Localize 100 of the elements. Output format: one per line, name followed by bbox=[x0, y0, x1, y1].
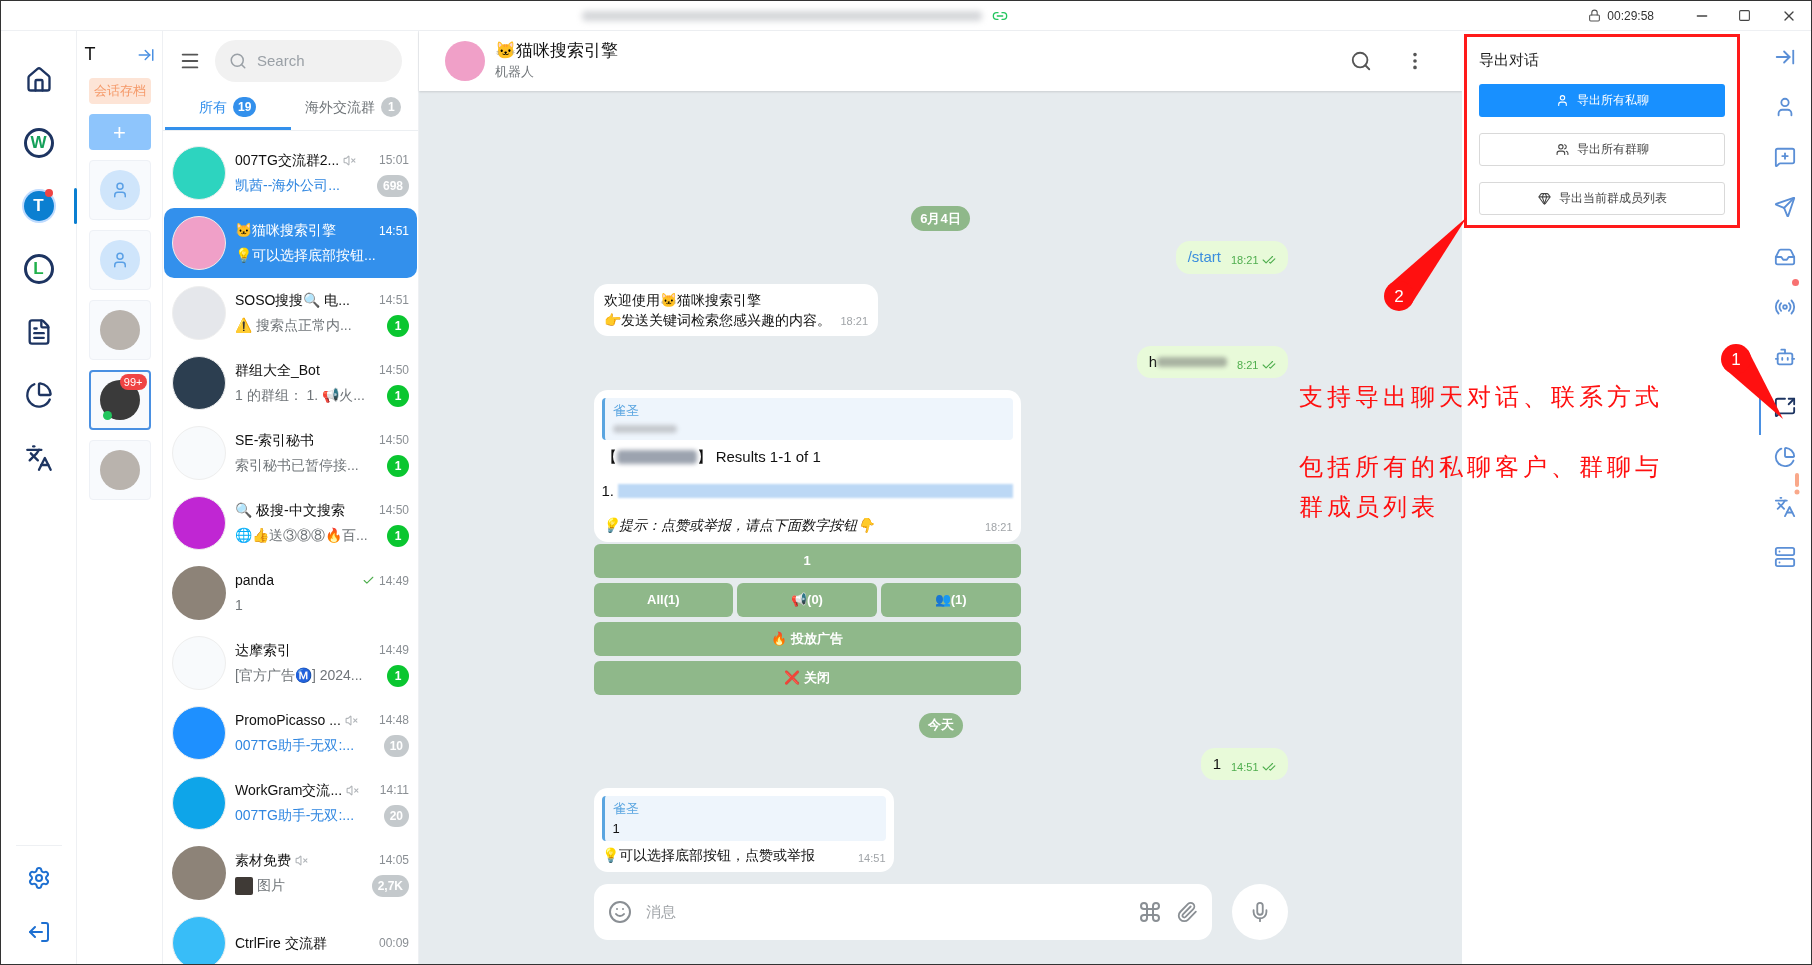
command-icon[interactable] bbox=[1137, 900, 1162, 924]
message-text: h bbox=[1148, 351, 1158, 372]
avatar bbox=[445, 41, 485, 81]
chat-time: 14:49 bbox=[378, 572, 409, 590]
chat-name: 达摩索引 bbox=[235, 640, 291, 660]
unread-count: 1 bbox=[387, 664, 409, 687]
chat-time: 14:50 bbox=[378, 432, 409, 449]
chat-name: SOSO搜搜🔍 电... bbox=[235, 290, 350, 310]
chart-icon[interactable] bbox=[1774, 446, 1796, 468]
export-button[interactable]: 导出当前群成员列表 bbox=[1479, 181, 1725, 215]
chat-time: 15:01 bbox=[378, 152, 409, 169]
message-time: 18:21 bbox=[840, 314, 869, 329]
inline-button[interactable]: 📢(0) bbox=[737, 582, 877, 617]
chat-name: 007TG交流群2... bbox=[235, 150, 340, 170]
message-time: 14:51 bbox=[857, 850, 886, 866]
search-icon bbox=[229, 52, 247, 70]
gem-icon bbox=[1537, 191, 1551, 205]
chat-title: 🐱猫咪搜索引擎 bbox=[495, 40, 618, 63]
chat-name: 素材免费 bbox=[235, 850, 291, 870]
maximize-icon[interactable] bbox=[1738, 9, 1751, 22]
chat-time: 14:48 bbox=[378, 712, 409, 729]
inbox-icon[interactable] bbox=[1774, 246, 1796, 268]
unread-count: 698 bbox=[376, 174, 409, 197]
letter-icon[interactable]: W bbox=[23, 128, 54, 158]
unread-count: 1 bbox=[387, 314, 409, 337]
message-preview: 🌐👍送③⑧⑧🔥百... bbox=[235, 526, 368, 545]
letter-icon[interactable]: T bbox=[23, 191, 54, 221]
search-icon[interactable] bbox=[1350, 50, 1372, 72]
message-text: 1 bbox=[1212, 753, 1221, 774]
users-icon bbox=[1555, 142, 1569, 156]
inline-button[interactable]: 🔥 投放广告 bbox=[593, 621, 1021, 656]
dialog-title: 导出对话 bbox=[1479, 50, 1540, 70]
robot-icon[interactable] bbox=[1774, 346, 1796, 368]
message-preview: 索引秘书已暂停接... bbox=[235, 456, 359, 475]
unread-count: 1 bbox=[387, 454, 409, 477]
message-text: 💡提示：点赞或举报，请点下面数字按钮👇 bbox=[601, 515, 874, 535]
letter-icon[interactable]: L bbox=[23, 254, 54, 284]
export-button[interactable]: 导出所有群聊 bbox=[1479, 132, 1725, 166]
reply-quote[interactable]: 雀圣 1 bbox=[601, 796, 886, 841]
chat-time: 14:51 bbox=[378, 222, 409, 240]
account-title: T bbox=[84, 43, 96, 66]
message-preview: ⚠ 搜索点正常内... bbox=[235, 316, 352, 335]
chat-name: panda bbox=[235, 571, 274, 590]
unread-count: 2,7K bbox=[371, 874, 409, 897]
chat-name: 群组大全_Bot bbox=[235, 360, 320, 380]
unread-badge: 99+ bbox=[119, 374, 147, 390]
chat-time: 14:05 bbox=[378, 852, 409, 869]
filter-tab[interactable]: 海外交流群 1 bbox=[290, 87, 416, 130]
send-icon[interactable] bbox=[1774, 196, 1796, 218]
results-title: 】 Results 1-1 of 1 bbox=[696, 446, 821, 467]
unread-count: 1 bbox=[387, 524, 409, 547]
list-number: 1. bbox=[601, 481, 614, 501]
chat-name: PromoPicasso ... bbox=[235, 710, 341, 730]
user-icon bbox=[1555, 93, 1569, 107]
message-time: 8:21 bbox=[1237, 357, 1259, 373]
lock-icon[interactable] bbox=[1588, 9, 1602, 22]
translate-icon[interactable] bbox=[24, 444, 53, 472]
account-card[interactable]: 99+ bbox=[88, 370, 151, 430]
message-time: 18:21 bbox=[1230, 253, 1259, 268]
message-preview: [官方广告Ⓜ] 2024... bbox=[235, 666, 363, 685]
settings-icon[interactable] bbox=[26, 866, 51, 890]
account-card[interactable] bbox=[88, 440, 151, 500]
inline-button[interactable]: ❌ 关闭 bbox=[593, 660, 1021, 695]
chat-item[interactable]: 🐱猫咪搜索引擎 14:51 💡可以选择底部按钮... bbox=[164, 208, 417, 278]
message-text[interactable]: /start bbox=[1187, 246, 1221, 269]
attach-icon[interactable] bbox=[1175, 901, 1198, 923]
home-icon[interactable] bbox=[24, 66, 53, 94]
message-preview: 007TG助手-无双:... bbox=[235, 736, 355, 755]
photo-placeholder bbox=[99, 310, 140, 350]
message-text: 欢迎使用🐱猫咪搜索引擎 bbox=[603, 290, 762, 310]
chat-name: WorkGram交流... bbox=[235, 780, 343, 800]
unread-count: 20 bbox=[383, 804, 409, 827]
export-icon[interactable] bbox=[1774, 396, 1796, 418]
photo-placeholder bbox=[99, 450, 140, 490]
inline-button[interactable]: All(1) bbox=[593, 582, 734, 617]
message-preview: 1 的群组： 1. 📢火... bbox=[235, 386, 365, 405]
tab-count: 19 bbox=[233, 97, 257, 117]
inline-button[interactable]: 1 bbox=[593, 543, 1021, 578]
export-button[interactable]: 导出所有私聊 bbox=[1479, 83, 1725, 117]
account-card[interactable] bbox=[88, 300, 151, 360]
message-input[interactable]: 消息 bbox=[593, 884, 1212, 940]
chat-name: 🔍 极搜-中文搜索 bbox=[235, 500, 345, 520]
unread-count: 10 bbox=[383, 734, 409, 757]
redacted-block bbox=[612, 424, 677, 433]
photo-placeholder bbox=[99, 380, 140, 420]
tab-count: 1 bbox=[381, 97, 402, 117]
chat-time: 14:50 bbox=[378, 362, 409, 379]
unread-count: 1 bbox=[387, 384, 409, 407]
reply-quote[interactable]: 雀圣 bbox=[601, 398, 1013, 440]
message-time: 18:21 bbox=[984, 520, 1013, 535]
emoji-icon[interactable] bbox=[607, 900, 632, 924]
server-icon[interactable] bbox=[1774, 546, 1796, 568]
logout-icon[interactable] bbox=[26, 920, 51, 944]
message-text: 👉发送关键词检索您感兴趣的内容。 bbox=[603, 310, 831, 330]
chat-time: 14:51 bbox=[378, 292, 409, 309]
message-plus-icon[interactable] bbox=[1774, 146, 1796, 168]
filter-tab[interactable]: 所有 19 bbox=[165, 87, 291, 130]
search-field[interactable]: Search bbox=[215, 40, 402, 82]
chat-time: 14:49 bbox=[378, 642, 409, 659]
pie-icon[interactable] bbox=[24, 381, 53, 409]
